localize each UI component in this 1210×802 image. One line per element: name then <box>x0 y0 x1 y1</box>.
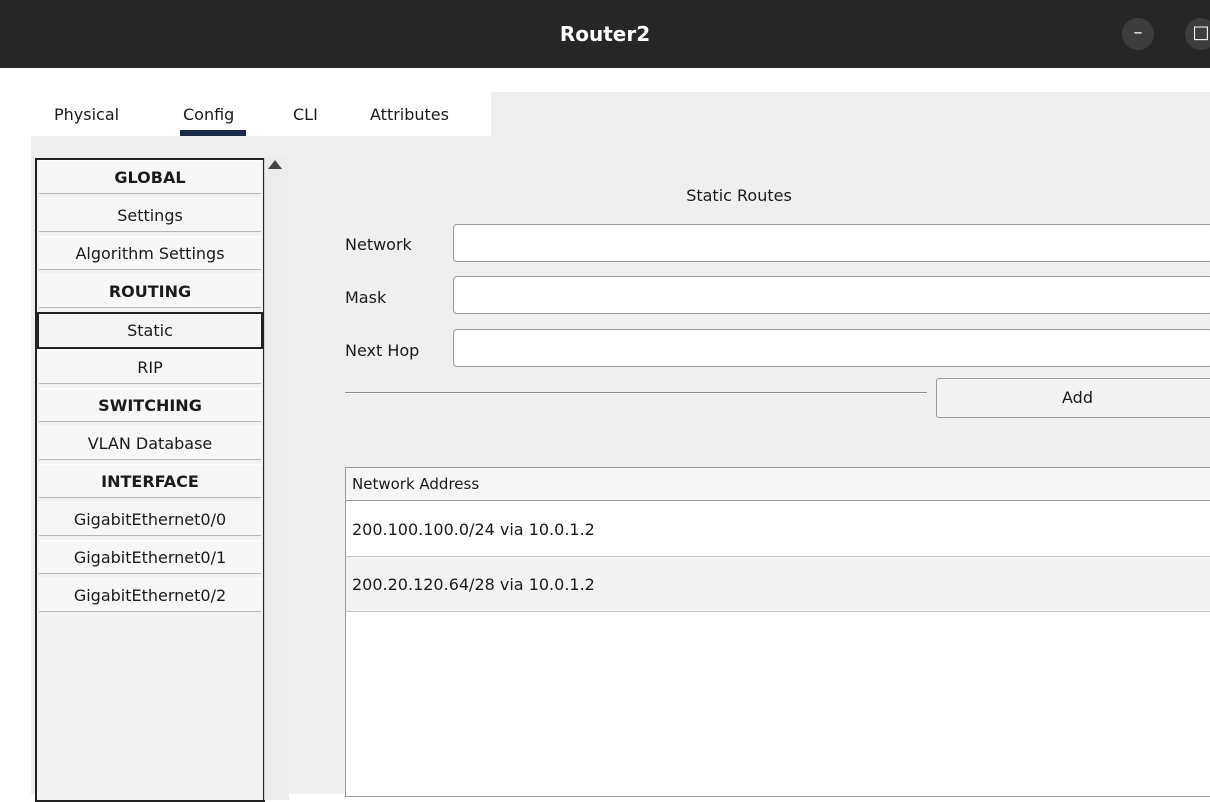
tab-config[interactable]: Config <box>179 100 247 136</box>
maximize-icon[interactable]: □ <box>1185 18 1210 50</box>
window-title: Router2 <box>559 22 651 46</box>
table-header-network-address: Network Address <box>346 468 1210 501</box>
next-hop-input[interactable] <box>453 329 1210 367</box>
nav-header-switching: SWITCHING <box>39 388 261 422</box>
nav-item-settings[interactable]: Settings <box>39 198 261 232</box>
add-route-button[interactable]: Add <box>936 378 1210 418</box>
nav-item-gigabitethernet0-0[interactable]: GigabitEthernet0/0 <box>39 502 261 536</box>
scroll-up-arrow-icon[interactable] <box>268 160 282 169</box>
nav-item-rip[interactable]: RIP <box>39 350 261 384</box>
nav-item-static[interactable]: Static <box>37 312 263 349</box>
config-nav-list: GLOBAL Settings Algorithm Settings ROUTI… <box>35 158 265 802</box>
static-routes-title: Static Routes <box>686 186 792 205</box>
nav-header-global: GLOBAL <box>39 160 261 194</box>
form-divider <box>345 392 927 394</box>
network-label: Network <box>345 235 412 254</box>
mask-label: Mask <box>345 288 387 307</box>
nav-item-vlan-database[interactable]: VLAN Database <box>39 426 261 460</box>
tab-physical[interactable]: Physical <box>54 100 119 134</box>
nav-item-gigabitethernet0-1[interactable]: GigabitEthernet0/1 <box>39 540 261 574</box>
device-window: Physical Config CLI Attributes GLOBAL Se… <box>9 68 1210 802</box>
title-bar: Router2 – □ <box>0 0 1210 68</box>
mask-input[interactable] <box>453 276 1210 314</box>
nav-item-algorithm-settings[interactable]: Algorithm Settings <box>39 236 261 270</box>
nav-item-gigabitethernet0-2[interactable]: GigabitEthernet0/2 <box>39 578 261 612</box>
network-input[interactable] <box>453 224 1210 262</box>
nav-scrollbar[interactable] <box>264 158 289 800</box>
network-address-table: Network Address 200.100.100.0/24 via 10.… <box>345 467 1210 797</box>
tab-strip <box>491 92 1210 137</box>
tab-cli[interactable]: CLI <box>293 100 318 134</box>
next-hop-label: Next Hop <box>345 341 420 360</box>
minimize-icon[interactable]: – <box>1122 18 1154 50</box>
table-row[interactable]: 200.20.120.64/28 via 10.0.1.2 <box>346 557 1210 612</box>
tab-attributes[interactable]: Attributes <box>370 100 449 134</box>
nav-header-routing: ROUTING <box>39 274 261 308</box>
table-row[interactable]: 200.100.100.0/24 via 10.0.1.2 <box>346 502 1210 557</box>
nav-header-interface: INTERFACE <box>39 464 261 498</box>
